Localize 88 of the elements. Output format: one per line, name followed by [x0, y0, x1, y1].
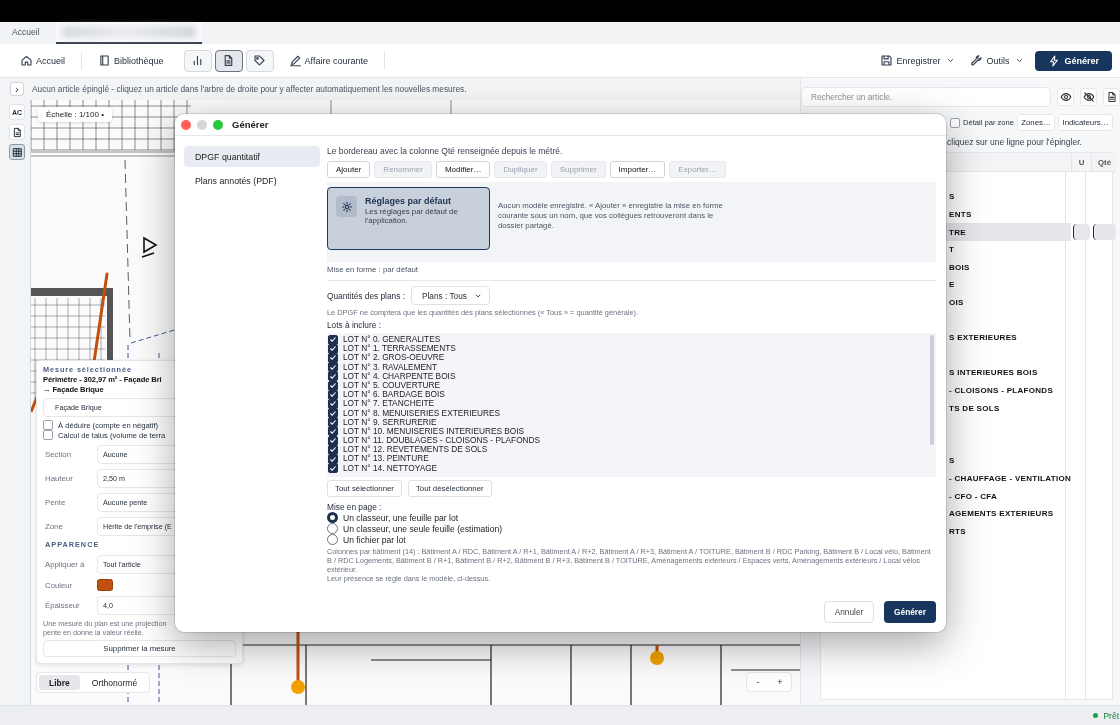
lot-label: LOT N° 4. CHARPENTE BOIS [343, 371, 456, 381]
generate-button[interactable]: Générer [1035, 50, 1112, 71]
grid-icon [11, 146, 23, 158]
menu-button[interactable]: Outils [968, 51, 1028, 70]
lot-label: LOT N° 8. MENUISERIES EXTERIEURES [343, 408, 501, 418]
checkbox[interactable] [328, 389, 338, 400]
template-title: Réglages par défaut [365, 196, 453, 207]
description-text: Le bordereau avec la colonne Qté renseignée depuis le métré. [327, 146, 564, 157]
lot-label: LOT N° 7. ETANCHEITE [343, 399, 435, 409]
icon-button[interactable] [1057, 88, 1075, 106]
list-label: Lots à inclure : [327, 320, 382, 330]
settings-icon [336, 196, 357, 217]
lot-label: LOT N° 9. SERRURERIE [343, 417, 437, 427]
book-icon [98, 54, 111, 67]
lot-label: LOT N° 14. NETTOYAGE [343, 463, 438, 473]
radio-label: Un fichier par lot [343, 534, 406, 545]
color-swatch[interactable] [97, 579, 113, 591]
rail-button[interactable] [9, 144, 25, 160]
document-icon [1105, 91, 1118, 103]
action-button[interactable]: Modifier… [435, 161, 491, 178]
info-message: Aucun article épinglé - cliquez un article dans l'arbre de droite pour y affecter automatiquement les nouvelles mesures. [32, 84, 467, 94]
nav-item[interactable]: DPGF quantitatif [184, 146, 320, 167]
status-text: Prêt [1103, 710, 1119, 721]
generate-button[interactable]: Générer [884, 601, 936, 623]
checkbox[interactable] [328, 343, 338, 354]
checkbox[interactable] [43, 420, 53, 430]
lot-label: LOT N° 6. BARDAGE BOIS [343, 390, 445, 400]
toolbar-toggle[interactable] [214, 49, 243, 72]
lot-label: LOT N° 0. GENERALITES [343, 335, 441, 344]
scale-badge[interactable]: Échelle : 1/100 • [38, 107, 112, 122]
checkbox[interactable] [328, 334, 338, 345]
lightning-icon [1048, 54, 1061, 67]
eye-icon [1059, 91, 1072, 103]
checkbox[interactable] [949, 117, 960, 128]
checkbox[interactable] [328, 352, 338, 363]
radio-button[interactable] [327, 534, 338, 545]
checkbox[interactable] [43, 430, 53, 440]
eye-off-icon [1082, 91, 1095, 103]
lot-label: LOT N° 1. TERRASSEMENTS [343, 344, 456, 354]
redacted-tab[interactable] [56, 22, 203, 44]
hint-text: cliquez sur une ligne pour l'épingler. [946, 137, 1083, 148]
field-label: Quantités des plans : [327, 290, 405, 301]
lot-label: LOT N° 13. PEINTURE [343, 454, 429, 464]
lot-label: LOT N° 12. REVETEMENTS DE SOLS [343, 445, 488, 455]
toolbar-button[interactable]: Bibliothèque [96, 51, 166, 70]
save-icon [880, 54, 894, 67]
status-dot [1093, 713, 1099, 718]
nav-item[interactable]: Plans annotés (PDF) [184, 170, 320, 191]
section-label: Mise en page : [327, 502, 383, 512]
lot-label: LOT N° 3. RAVALEMENT [343, 362, 438, 372]
checkbox[interactable] [328, 371, 338, 382]
segment[interactable]: Orthonormé [81, 675, 148, 690]
lot-label: LOT N° 11. DOUBLAGES - CLOISONS - PLAFONDS [343, 436, 541, 446]
expand-button[interactable]: › [10, 82, 24, 96]
checkbox[interactable] [328, 435, 338, 446]
cancel-button[interactable]: Annuler [824, 601, 874, 623]
edit-field[interactable] [1073, 224, 1090, 240]
wrench-icon [970, 54, 984, 67]
document-icon [11, 126, 23, 138]
radio-button[interactable] [327, 523, 338, 534]
home-icon [20, 54, 33, 67]
plans-select[interactable]: Plans : Tous [410, 286, 490, 305]
checkbox[interactable] [328, 444, 338, 455]
checkbox[interactable] [328, 463, 338, 474]
icon-button[interactable] [1080, 88, 1098, 106]
tab[interactable]: Accueil [0, 22, 52, 44]
radio-label: Un classeur, une feuille par lot [343, 512, 459, 523]
lot-label: LOT N° 10. MENUISERIES INTERIEURES BOIS [343, 426, 525, 436]
radio-label: Un classeur, une seule feuille (estimation) [343, 523, 503, 534]
pen-icon [288, 54, 302, 67]
search-field[interactable]: Rechercher un article. [801, 87, 1052, 107]
menu-button[interactable]: Enregistrer [878, 51, 959, 70]
tag-icon [253, 54, 267, 67]
action-button[interactable]: Ajouter [327, 161, 371, 178]
toolbar-button[interactable]: Accueil [18, 51, 67, 70]
lot-label: LOT N° 2. GROS-OEUVRE [343, 353, 445, 363]
checkbox[interactable] [328, 426, 338, 437]
segment[interactable]: Libre [39, 675, 80, 690]
toolbar-button[interactable]: Affaire courante [286, 51, 370, 70]
edit-field[interactable] [1093, 224, 1116, 240]
action-button[interactable]: Importer… [609, 161, 666, 178]
close-button[interactable] [181, 119, 191, 130]
checkbox[interactable] [328, 380, 338, 391]
dialog-title: Générer [232, 119, 269, 130]
checkbox[interactable] [328, 398, 338, 409]
icon-button[interactable] [1103, 88, 1120, 106]
scrollbar-thumb[interactable] [930, 335, 934, 445]
lot-label: LOT N° 5. COUVERTURE [343, 380, 441, 390]
